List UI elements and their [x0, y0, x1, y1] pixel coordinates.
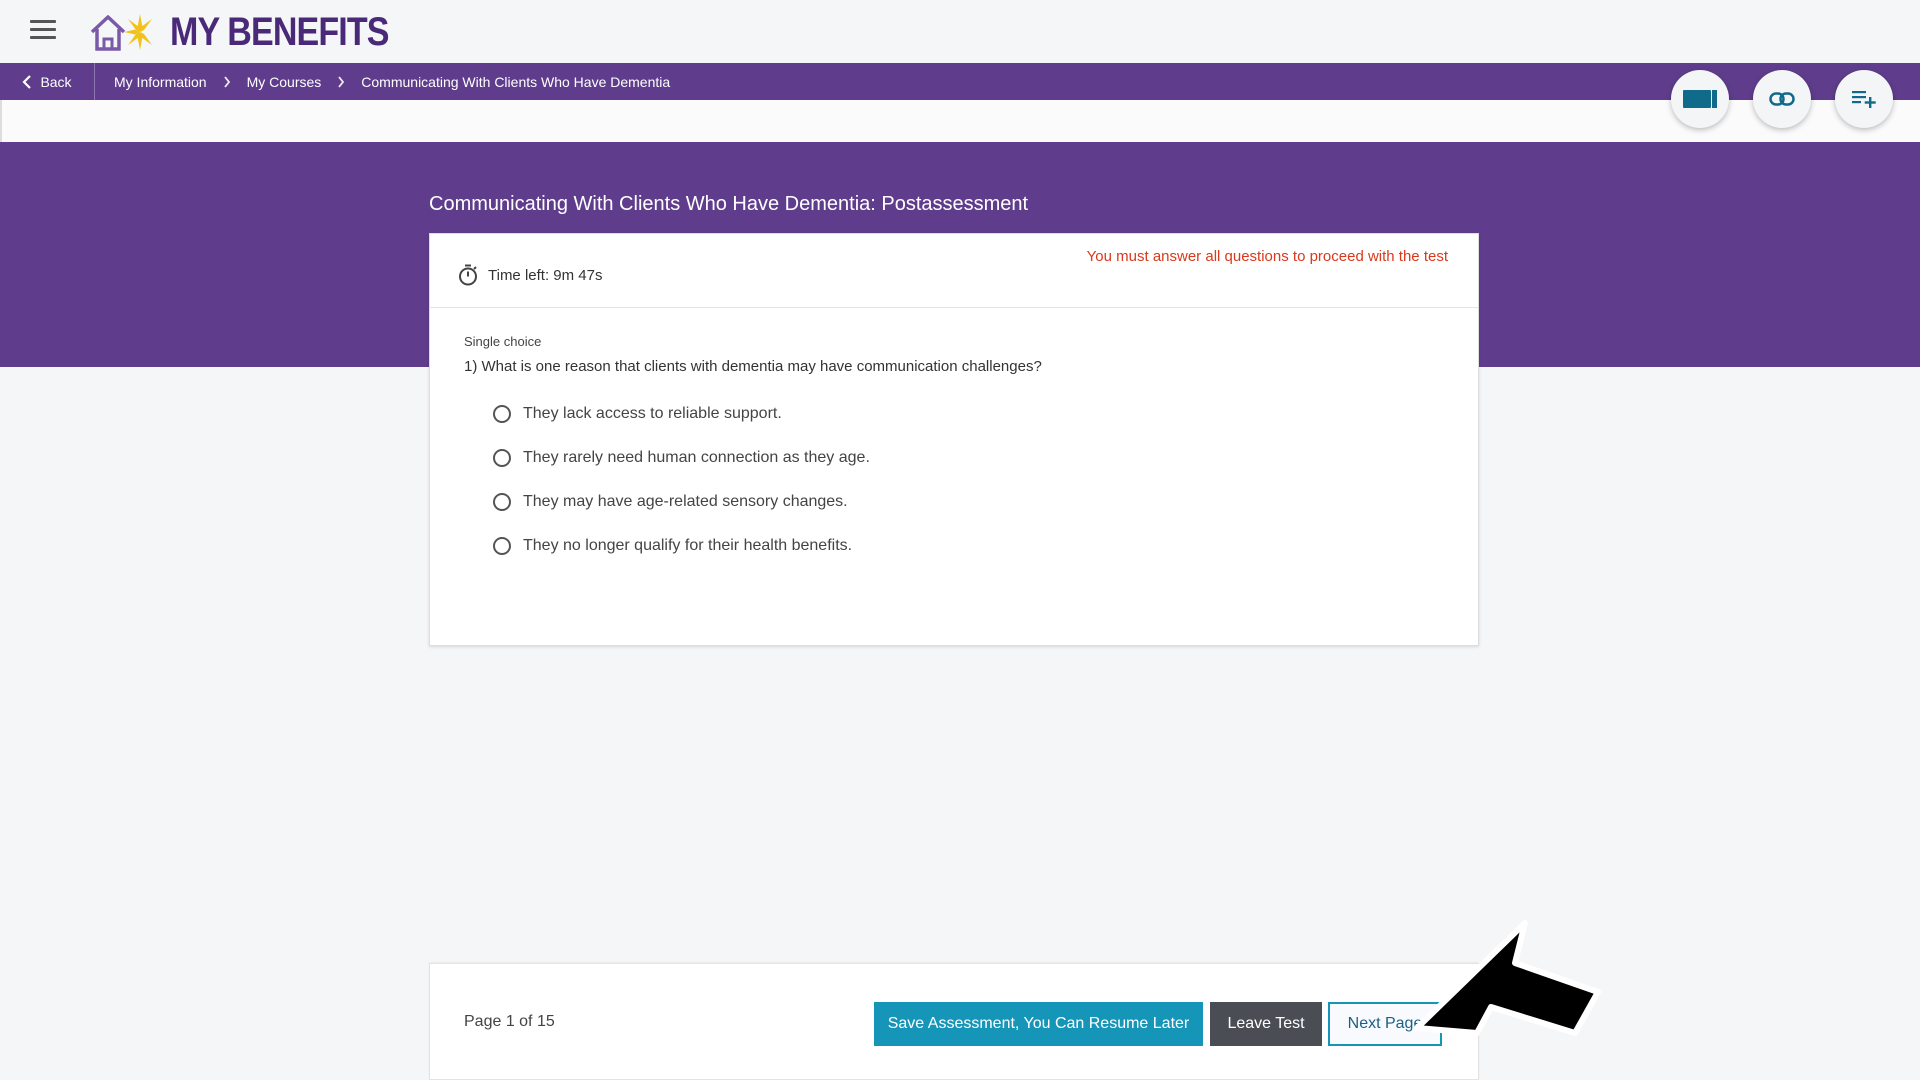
breadcrumb: My Information My Courses Communicating … [114, 63, 670, 100]
warning-message: You must answer all questions to proceed… [1086, 248, 1448, 265]
radio-button[interactable] [493, 493, 511, 511]
question-text: 1) What is one reason that clients with … [464, 358, 1042, 375]
answer-option-label: They lack access to reliable support. [523, 405, 782, 422]
answer-options: They lack access to reliable support. Th… [493, 392, 870, 568]
chevron-right-icon [223, 75, 230, 88]
save-assessment-button[interactable]: Save Assessment, You Can Resume Later [874, 1002, 1203, 1046]
timer-label: Time left: 9m 47s [488, 266, 603, 284]
answer-option[interactable]: They rarely need human connection as the… [493, 436, 870, 480]
radio-button[interactable] [493, 537, 511, 555]
answer-option-label: They may have age-related sensory change… [523, 493, 848, 510]
house-sun-icon [90, 14, 152, 51]
back-label: Back [40, 73, 72, 90]
timer: Time left: 9m 47s [458, 264, 602, 286]
back-button[interactable]: Back [0, 63, 95, 100]
link-button[interactable] [1753, 70, 1811, 128]
app-title: MY BENEFITS [170, 9, 389, 54]
chevron-right-icon [338, 75, 345, 88]
page-title: Communicating With Clients Who Have Deme… [429, 193, 1029, 215]
stopwatch-icon [459, 264, 477, 286]
hamburger-icon[interactable] [30, 20, 56, 40]
leave-test-button[interactable]: Leave Test [1210, 1002, 1322, 1046]
video-button[interactable] [1671, 70, 1729, 128]
playlist-add-button[interactable] [1835, 70, 1893, 128]
subheader-strip [0, 100, 1920, 142]
breadcrumb-my-courses[interactable]: My Courses [247, 74, 322, 90]
answer-option[interactable]: They no longer qualify for their health … [493, 524, 870, 568]
radio-button[interactable] [493, 449, 511, 467]
link-icon [1769, 92, 1795, 106]
card-header: Time left: 9m 47s You must answer all qu… [430, 234, 1478, 308]
answer-option[interactable]: They lack access to reliable support. [493, 392, 870, 436]
video-icon [1683, 90, 1717, 108]
next-page-button[interactable]: Next Page [1328, 1002, 1442, 1046]
app-logo[interactable]: MY BENEFITS [88, 6, 427, 58]
radio-button[interactable] [493, 405, 511, 423]
answer-option-label: They rarely need human connection as the… [523, 449, 870, 466]
top-header: MY BENEFITS [0, 0, 1920, 63]
answer-option[interactable]: They may have age-related sensory change… [493, 480, 870, 524]
question-type: Single choice [464, 334, 542, 349]
playlist-add-icon [1852, 91, 1876, 108]
question-card: Time left: 9m 47s You must answer all qu… [429, 233, 1479, 646]
chevron-left-icon [22, 74, 32, 89]
breadcrumb-bar: Back My Information My Courses Communica… [0, 63, 1920, 100]
answer-option-label: They no longer qualify for their health … [523, 537, 853, 554]
breadcrumb-my-information[interactable]: My Information [114, 74, 207, 90]
page-indicator: Page 1 of 15 [464, 1013, 555, 1030]
assessment-footer: Page 1 of 15 Save Assessment, You Can Re… [429, 963, 1479, 1080]
breadcrumb-current-course[interactable]: Communicating With Clients Who Have Deme… [361, 74, 670, 90]
